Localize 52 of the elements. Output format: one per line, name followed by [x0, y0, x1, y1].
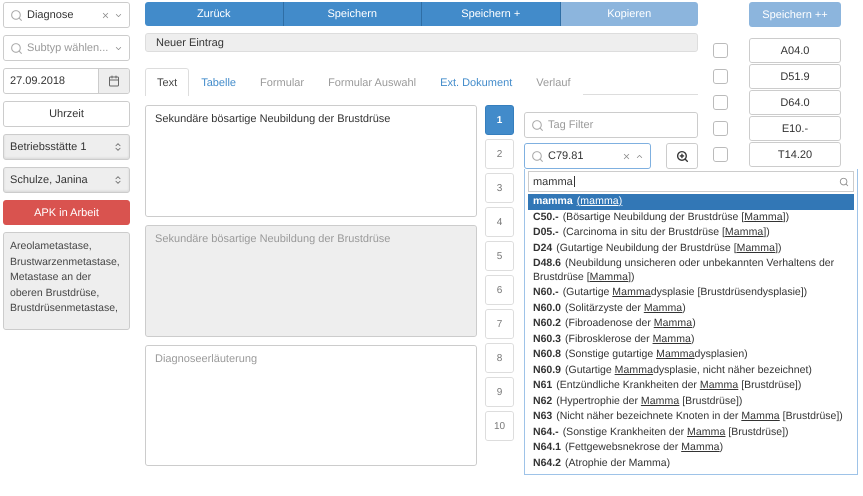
checkbox[interactable]	[713, 43, 728, 58]
clear-icon	[622, 152, 631, 160]
note-line: Brustwarzenmetastase,	[10, 254, 121, 270]
checkbox[interactable]	[713, 69, 728, 84]
toolbar-button[interactable]: Zurück	[145, 2, 284, 26]
note-line: Brustdrüsenmetastase,	[10, 301, 119, 316]
code-button[interactable]: D64.0	[749, 90, 841, 115]
note-line: oberen Brustdrüse,	[10, 286, 100, 300]
page-button[interactable]: 2	[485, 139, 514, 169]
dropdown-search-field[interactable]: mamma	[528, 171, 854, 192]
search-icon	[531, 118, 544, 132]
code-button[interactable]: D51.9	[749, 64, 841, 89]
code-button[interactable]: A04.0	[749, 38, 841, 63]
page-button[interactable]: 10	[485, 411, 514, 441]
page-button[interactable]: 3	[485, 173, 514, 203]
note-line: Metastase an der	[10, 270, 92, 285]
page-button[interactable]: 4	[485, 207, 514, 237]
page-button[interactable]: 6	[485, 275, 514, 305]
search-icon	[839, 176, 849, 186]
note-line: Areolametastase,	[10, 239, 93, 254]
checkbox[interactable]	[713, 121, 728, 136]
search-icon	[531, 150, 544, 162]
page-button[interactable]: 1	[485, 105, 514, 135]
dropdown-option[interactable]: mamma (mamma)	[528, 194, 854, 210]
checkbox[interactable]	[713, 147, 728, 162]
text-area[interactable]: Sekundäre bösartige Neubildung der Brustdrüse	[145, 105, 477, 217]
page-button[interactable]: 9	[485, 377, 514, 407]
search-icon	[10, 42, 23, 54]
time-button[interactable]: Uhrzeit	[3, 101, 130, 127]
type-select[interactable]: Diagnose	[3, 2, 130, 28]
toolbar-button[interactable]: Speichern	[284, 2, 422, 26]
clear-icon	[101, 10, 110, 20]
checkbox[interactable]	[713, 95, 728, 110]
zoom-in-icon	[676, 150, 688, 162]
search-icon	[10, 8, 23, 22]
page-button[interactable]: 7	[485, 309, 514, 339]
page-button[interactable]: 8	[485, 343, 514, 373]
page-button[interactable]: 5	[485, 241, 514, 271]
code-select[interactable]: C79.81	[524, 143, 651, 169]
entry-bar: Neuer Eintrag	[145, 33, 698, 52]
code-button[interactable]: E10.-	[749, 116, 841, 141]
user-select[interactable]: Schulze, Janina	[3, 167, 130, 193]
updown-icon	[113, 142, 123, 152]
status-button[interactable]: APK in Arbeit	[3, 200, 130, 225]
updown-icon	[113, 175, 123, 185]
tab[interactable]: Text	[145, 68, 190, 96]
dropdown-option[interactable]: C50.- (Bösartige Neubildung der Brustdrüse [Mamma])	[528, 210, 854, 225]
text-cursor	[574, 176, 575, 188]
location-select[interactable]: Betriebsstätte 1	[3, 134, 130, 160]
toolbar-button[interactable]: Speichern +	[422, 2, 560, 26]
code-button[interactable]: T14.20	[749, 142, 841, 167]
zoom-button[interactable]	[666, 143, 698, 169]
